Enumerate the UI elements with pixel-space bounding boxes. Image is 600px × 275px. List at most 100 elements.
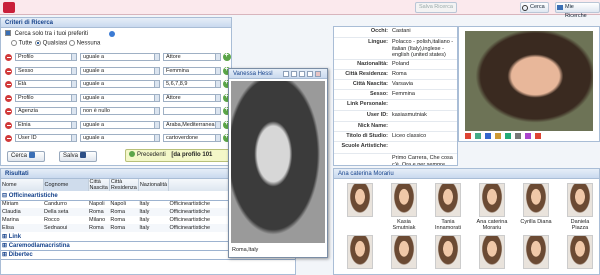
thumbnail-photo[interactable] bbox=[435, 235, 461, 269]
remove-criteria-icon[interactable] bbox=[5, 135, 12, 142]
tool-icon[interactable] bbox=[515, 133, 521, 139]
remove-criteria-icon[interactable] bbox=[5, 108, 12, 115]
info-label: Occhi: bbox=[370, 28, 388, 34]
remove-criteria-icon[interactable] bbox=[5, 54, 12, 61]
info-row: Città Nascita: Varsavia bbox=[334, 80, 457, 90]
window-icon[interactable] bbox=[307, 71, 313, 77]
col-citta-nascita[interactable]: Città Nascita bbox=[88, 179, 110, 191]
operator-select-value: uguale a bbox=[83, 135, 105, 141]
search-button[interactable]: Cerca bbox=[520, 2, 549, 13]
thumbnail-photo[interactable] bbox=[479, 235, 505, 269]
info-row: User ID: kasiasmutniak bbox=[334, 111, 457, 122]
chevron-down-icon bbox=[154, 108, 159, 114]
tool-icon[interactable] bbox=[495, 133, 501, 139]
operator-select[interactable]: uguale a bbox=[80, 134, 160, 142]
radio-all[interactable]: Tutte bbox=[11, 40, 32, 47]
salva-label: Salva bbox=[63, 153, 79, 159]
operator-select[interactable]: uguale a bbox=[80, 120, 160, 129]
value-input[interactable]: Femmina bbox=[163, 66, 221, 75]
photo-actions-toolbar bbox=[465, 133, 599, 141]
value-input[interactable] bbox=[163, 107, 221, 115]
table-cell: Italy bbox=[139, 209, 150, 215]
window-icon[interactable] bbox=[283, 71, 289, 77]
thumbnail-photo[interactable] bbox=[391, 183, 417, 217]
operator-select[interactable]: uguale a bbox=[80, 80, 160, 88]
precedenti-link[interactable]: Precedenti bbox=[137, 152, 166, 158]
photo-popup-window[interactable]: Vanessa Hessl Roma,Italy bbox=[228, 68, 328, 258]
value-input[interactable]: Attore bbox=[163, 53, 221, 61]
window-icon[interactable] bbox=[299, 71, 305, 77]
popup-titlebar[interactable]: Vanessa Hessl bbox=[229, 69, 327, 79]
tool-icon[interactable] bbox=[475, 133, 481, 139]
field-select[interactable]: Profilo bbox=[15, 53, 77, 61]
floppy-icon bbox=[80, 152, 87, 159]
info-label: Nick Name: bbox=[358, 123, 388, 129]
field-select[interactable]: Età bbox=[15, 80, 77, 88]
my-searches-button[interactable]: Mie Ricerche bbox=[555, 2, 600, 19]
help-icon[interactable] bbox=[109, 31, 115, 37]
thumbnail-photo[interactable] bbox=[567, 183, 593, 217]
tool-icon[interactable] bbox=[525, 133, 531, 139]
close-icon[interactable] bbox=[315, 71, 321, 77]
favorites-checkbox[interactable] bbox=[5, 30, 11, 36]
value-input[interactable]: Araba,Mediterranea,Nord bbox=[163, 120, 221, 129]
remove-criteria-icon[interactable] bbox=[5, 67, 12, 75]
thumbnail-name[interactable]: Kasia Smutniak bbox=[386, 219, 422, 231]
info-label: Città Nascita: bbox=[352, 81, 388, 87]
value-input[interactable]: Attore bbox=[163, 93, 221, 102]
col-nome[interactable]: Nome bbox=[1, 179, 44, 191]
thumbnail-photo[interactable] bbox=[567, 235, 593, 269]
field-select[interactable]: User ID bbox=[15, 134, 77, 142]
table-cell: Rocco bbox=[44, 217, 60, 223]
thumbnail-photo[interactable] bbox=[347, 235, 373, 269]
thumbnail-photo[interactable] bbox=[479, 183, 505, 217]
tool-icon[interactable] bbox=[485, 133, 491, 139]
thumbnail-photo[interactable] bbox=[523, 235, 549, 269]
tool-icon[interactable] bbox=[465, 133, 471, 139]
thumbnail-photo[interactable] bbox=[523, 183, 549, 217]
field-select[interactable]: Agenzia bbox=[15, 107, 77, 115]
thumbnail-photo[interactable] bbox=[435, 183, 461, 217]
thumbnail-name[interactable]: Daniela Piazza bbox=[562, 219, 598, 231]
info-row: Link Personale: bbox=[334, 100, 457, 111]
table-cell: Italy bbox=[139, 201, 150, 208]
value-input-text: Attore bbox=[166, 94, 181, 101]
cerca-button[interactable]: Cerca bbox=[7, 151, 45, 162]
operator-select[interactable]: uguale a bbox=[80, 66, 160, 75]
operator-select[interactable]: uguale a bbox=[80, 53, 160, 61]
chevron-down-icon bbox=[71, 94, 76, 101]
prev-arrow-icon[interactable] bbox=[129, 151, 135, 158]
tool-icon[interactable] bbox=[535, 133, 541, 139]
thumbnail-name[interactable]: Tania Innamorati bbox=[430, 219, 466, 231]
table-cell: Italy bbox=[139, 225, 150, 231]
field-select[interactable]: Etnia bbox=[15, 120, 77, 129]
add-criteria-icon[interactable] bbox=[223, 52, 231, 61]
info-value: Poland bbox=[392, 61, 410, 67]
value-input[interactable]: cartoverdone bbox=[163, 134, 221, 142]
thumbnail-photo[interactable] bbox=[347, 183, 373, 217]
thumbnail-name[interactable]: Cyrilla Diana bbox=[518, 219, 554, 225]
info-value: Polacco - polish,italiano - italian (Ita… bbox=[392, 39, 454, 58]
operator-select[interactable]: uguale a bbox=[80, 93, 160, 102]
col-citta-residenza[interactable]: Città Residenza bbox=[109, 179, 139, 191]
field-select[interactable]: Profilo bbox=[15, 93, 77, 102]
operator-select[interactable]: non è nullo bbox=[80, 107, 160, 115]
table-cell: Roma bbox=[110, 217, 126, 223]
save-search-button[interactable]: Salva Ricerca bbox=[415, 2, 457, 13]
info-row: Città Residenza: Roma bbox=[334, 70, 457, 80]
remove-criteria-icon[interactable] bbox=[5, 121, 12, 129]
radio-none[interactable]: Nessuna bbox=[69, 40, 100, 47]
col-cognome[interactable]: Cognome bbox=[43, 179, 89, 191]
radio-any[interactable]: Qualsiasi bbox=[35, 40, 67, 47]
remove-criteria-icon[interactable] bbox=[5, 94, 12, 102]
thumbnail-name[interactable]: Ana caterina Morariu bbox=[474, 219, 510, 231]
remove-criteria-icon[interactable] bbox=[5, 81, 12, 88]
window-icon[interactable] bbox=[291, 71, 297, 77]
salva-button[interactable]: Salva bbox=[59, 151, 97, 162]
value-input[interactable]: 5,6,7,8,9 bbox=[163, 80, 221, 88]
thumbnail-photo[interactable] bbox=[391, 235, 417, 269]
col-nazionalita[interactable]: Nazionalità bbox=[138, 179, 170, 191]
field-select[interactable]: Sesso bbox=[15, 66, 77, 75]
info-label: Sesso: bbox=[369, 91, 388, 97]
tool-icon[interactable] bbox=[505, 133, 511, 139]
